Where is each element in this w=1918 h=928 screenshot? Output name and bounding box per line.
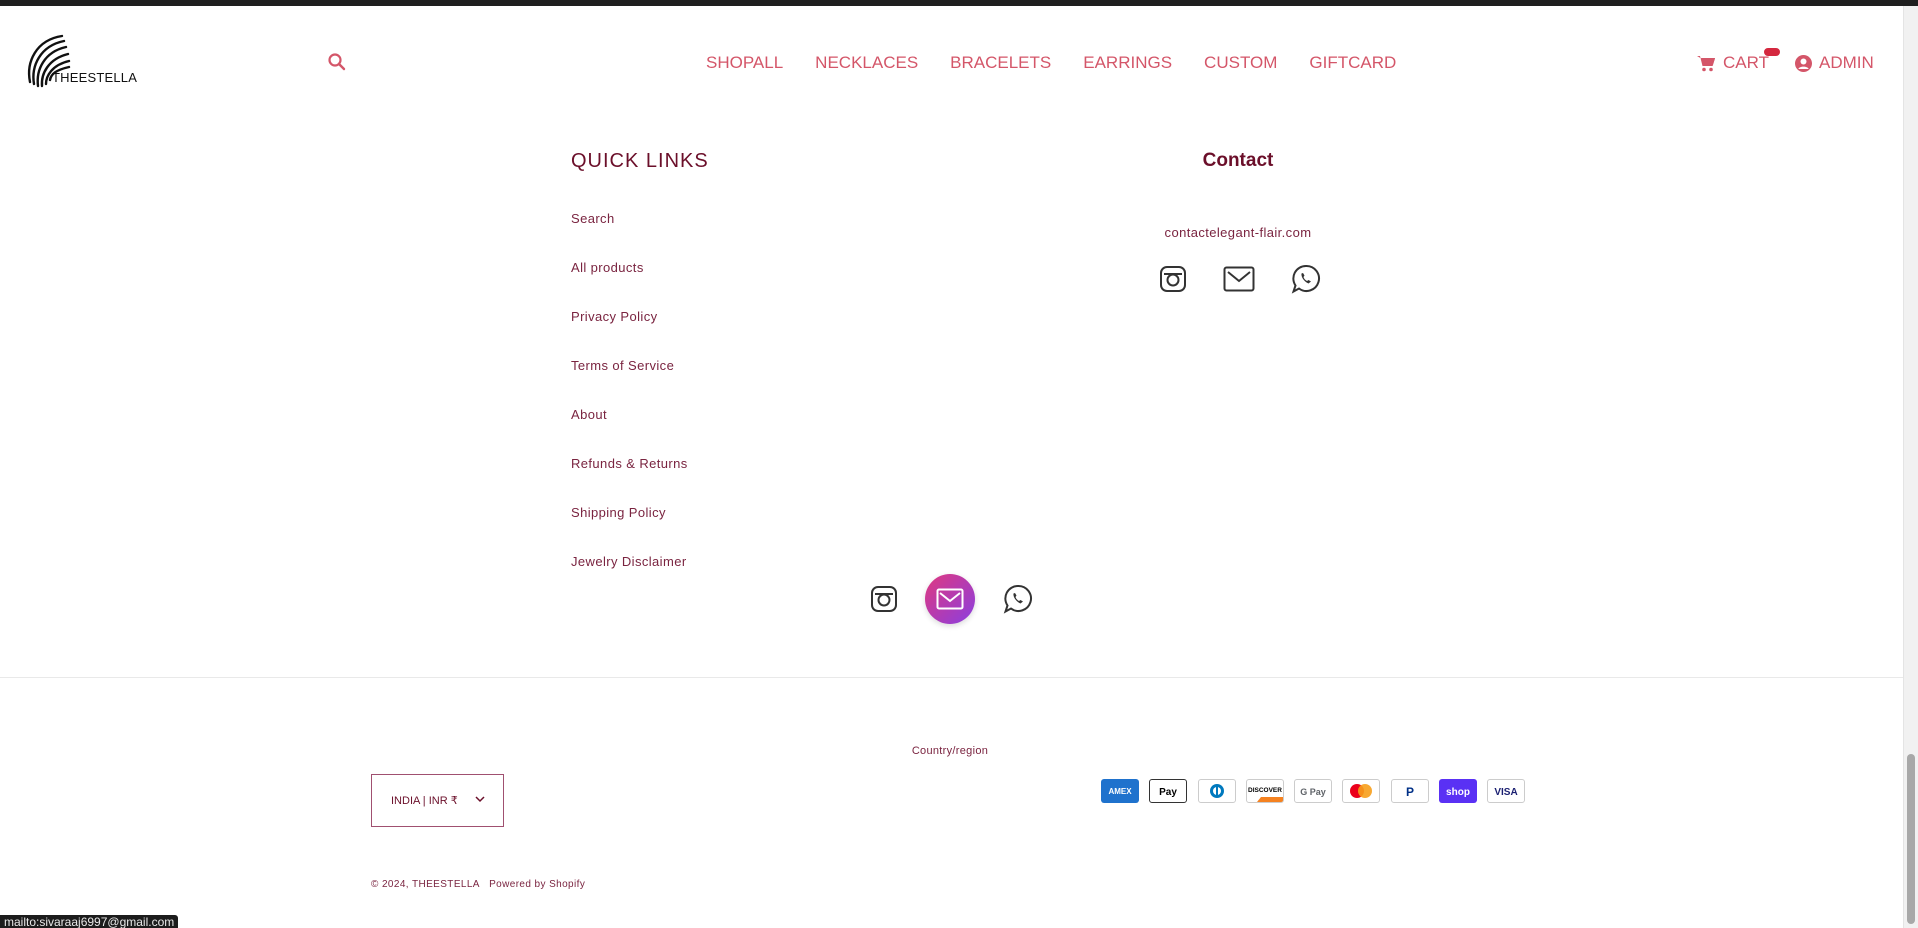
mastercard-icon — [1342, 779, 1381, 803]
country-region-value: INDIA | INR ₹ — [391, 795, 458, 807]
whatsapp-icon[interactable] — [1002, 583, 1034, 615]
quick-link-search[interactable]: Search — [571, 211, 688, 260]
account-icon — [1795, 54, 1812, 72]
svg-text:G Pay: G Pay — [1300, 787, 1326, 797]
nav-bracelets[interactable]: BRACELETS — [950, 53, 1051, 73]
quick-links-heading: QUICK LINKS — [571, 150, 709, 172]
powered-by-link[interactable]: Powered by Shopify — [489, 879, 585, 890]
visa-icon: VISA — [1487, 779, 1526, 803]
admin-label: ADMIN — [1819, 53, 1874, 72]
svg-text:shop: shop — [1446, 787, 1470, 798]
svg-text:P: P — [1406, 785, 1414, 799]
whatsapp-icon[interactable] — [1290, 263, 1322, 295]
instagram-icon[interactable] — [1157, 263, 1189, 295]
main-nav: SHOPALL NECKLACES BRACELETS EARRINGS CUS… — [706, 53, 1428, 73]
country-region-select[interactable]: INDIA | INR ₹ — [371, 774, 504, 827]
contact-email-link[interactable]: contactelegant-flair.com — [1138, 225, 1338, 240]
paypal-icon: P — [1390, 779, 1429, 803]
copyright-text[interactable]: © 2024, THEESTELLA — [371, 879, 480, 890]
top-bar — [0, 0, 1918, 6]
cart-button[interactable]: CART — [1697, 53, 1769, 73]
footer-divider — [0, 677, 1903, 678]
cart-count-badge — [1764, 48, 1780, 56]
svg-text:Pay: Pay — [1159, 787, 1177, 798]
quick-links-list: Search All products Privacy Policy Terms… — [571, 211, 688, 603]
payment-icons: AMEX Pay DISCOVER G Pay P shop VISA — [1101, 779, 1536, 803]
nav-earrings[interactable]: EARRINGS — [1083, 53, 1172, 73]
diners-club-icon — [1197, 779, 1236, 803]
country-region-label: Country/region — [911, 745, 989, 757]
nav-custom[interactable]: CUSTOM — [1204, 53, 1277, 73]
cart-label: CART — [1723, 53, 1769, 72]
scrollbar-thumb[interactable] — [1907, 754, 1915, 924]
svg-text:VISA: VISA — [1495, 787, 1518, 798]
logo-text: THEESTELLA — [52, 70, 138, 85]
nav-shopall[interactable]: SHOPALL — [706, 53, 783, 73]
apple-pay-icon: Pay — [1149, 779, 1188, 803]
nav-necklaces[interactable]: NECKLACES — [815, 53, 918, 73]
quick-link-privacy-policy[interactable]: Privacy Policy — [571, 309, 688, 358]
quick-link-terms-of-service[interactable]: Terms of Service — [571, 358, 688, 407]
quick-link-shipping-policy[interactable]: Shipping Policy — [571, 505, 688, 554]
copyright: © 2024, THEESTELLA Powered by Shopify — [371, 879, 591, 890]
browser-status-bar: mailto:sivaraaj6997@gmail.com — [0, 915, 179, 928]
discover-icon: DISCOVER — [1245, 779, 1284, 803]
svg-text:DISCOVER: DISCOVER — [1248, 787, 1282, 794]
search-icon[interactable] — [327, 52, 349, 74]
mail-icon[interactable] — [925, 574, 975, 624]
admin-account-button[interactable]: ADMIN — [1795, 53, 1874, 73]
chevron-down-icon — [475, 796, 485, 803]
contact-heading: Contact — [1202, 150, 1274, 171]
google-pay-icon: G Pay — [1294, 779, 1333, 803]
quick-link-jewelry-disclaimer[interactable]: Jewelry Disclaimer — [571, 554, 688, 603]
quick-link-all-products[interactable]: All products — [571, 260, 688, 309]
shop-pay-icon: shop — [1439, 779, 1478, 803]
nav-giftcard[interactable]: GIFTCARD — [1309, 53, 1396, 73]
scrollbar[interactable] — [1903, 6, 1918, 928]
instagram-icon[interactable] — [868, 583, 900, 615]
mail-icon[interactable] — [1223, 263, 1255, 295]
svg-text:AMEX: AMEX — [1108, 787, 1132, 796]
cart-icon — [1697, 55, 1715, 71]
quick-link-refunds-returns[interactable]: Refunds & Returns — [571, 456, 688, 505]
quick-link-about[interactable]: About — [571, 407, 688, 456]
amex-icon: AMEX — [1101, 779, 1139, 803]
